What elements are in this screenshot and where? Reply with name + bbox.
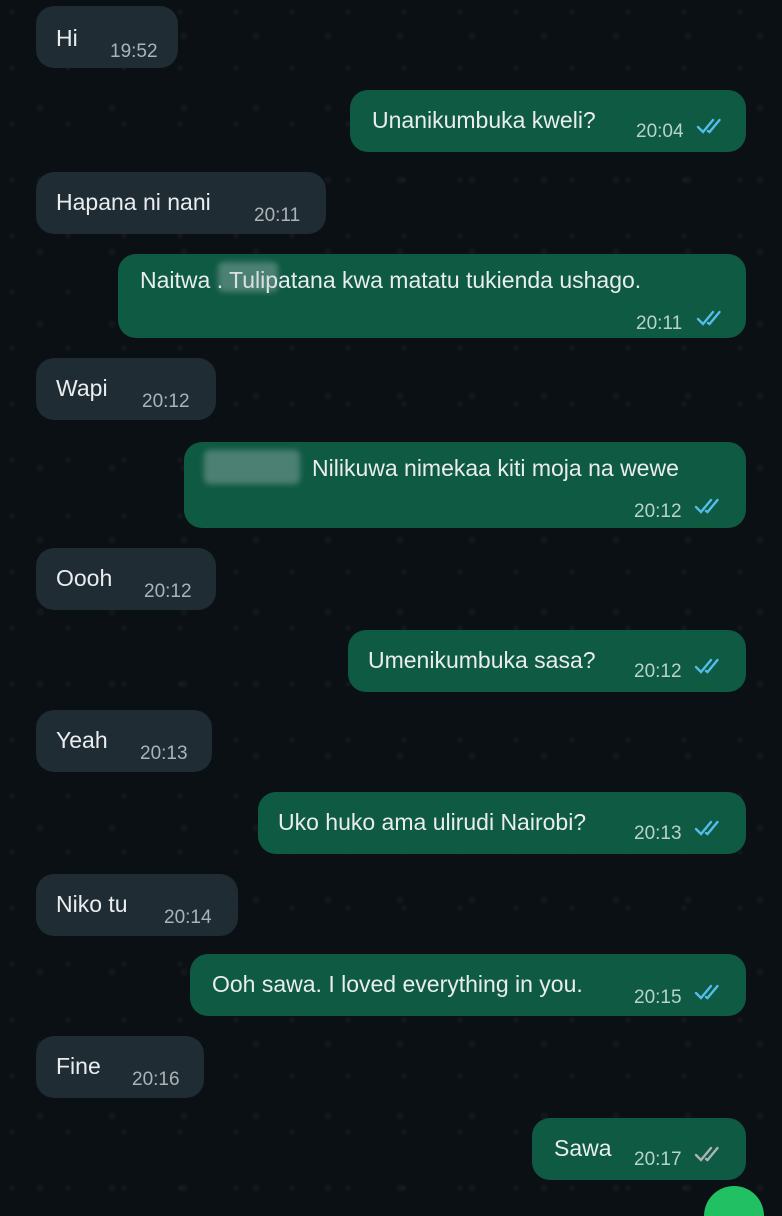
message-incoming[interactable]: Niko tu 20:14 [36,874,238,936]
message-time: 20:13 [140,743,188,764]
message-time: 20:12 [634,661,682,682]
message-time: 20:11 [254,205,301,226]
message-incoming[interactable]: Wapi 20:12 [36,358,216,420]
message-time: 19:52 [110,41,158,62]
message-text: Uko huko ama ulirudi Nairobi? [278,809,587,835]
message-text: Ooh sawa. I loved everything in you. [212,971,583,997]
message-text: Wapi [56,375,108,401]
message-time: 20:14 [164,907,212,928]
message-outgoing[interactable]: Unanikumbuka kweli? 20:04 [350,90,746,152]
double-check-grey-icon [694,1145,726,1163]
message-incoming[interactable]: Oooh 20:12 [36,548,216,610]
message-text: Nilikuwa nimekaa kiti moja na wewe [312,455,679,481]
message-time: 20:12 [634,501,682,522]
message-time: 20:11 [636,313,683,334]
message-time: 20:13 [634,823,682,844]
message-incoming[interactable]: Hapana ni nani 20:11 [36,172,326,234]
double-check-blue-icon [696,309,728,327]
message-text: Unanikumbuka kweli? [372,107,596,133]
message-outgoing[interactable]: Sawa 20:17 [532,1118,746,1180]
message-time: 20:16 [132,1069,180,1090]
message-text: Yeah [56,727,108,753]
message-text: Umenikumbuka sasa? [368,647,596,673]
message-text: Niko tu [56,891,128,917]
message-incoming[interactable]: Fine 20:16 [36,1036,204,1098]
double-check-blue-icon [696,117,728,135]
message-outgoing[interactable]: Uko huko ama ulirudi Nairobi? 20:13 [258,792,746,854]
redacted-name [218,262,278,292]
double-check-blue-icon [694,819,726,837]
double-check-blue-icon [694,983,726,1001]
message-time: 20:15 [634,987,682,1008]
message-outgoing[interactable]: Ooh sawa. I loved everything in you. 20:… [190,954,746,1016]
message-text: Hapana ni nani [56,189,211,215]
message-text: Fine [56,1053,101,1079]
message-incoming[interactable]: Yeah 20:13 [36,710,212,772]
double-check-blue-icon [694,497,726,515]
message-text: Oooh [56,565,113,591]
double-check-blue-icon [694,657,726,675]
message-outgoing[interactable]: Naitwa . Tulipatana kwa matatu tukienda … [118,254,746,338]
message-text: Hi [56,25,78,51]
redacted-text [204,450,300,484]
message-time: 20:17 [634,1149,682,1170]
message-time: 20:12 [144,581,192,602]
scroll-fab[interactable] [704,1186,764,1216]
message-incoming[interactable]: Hi 19:52 [36,6,178,68]
message-text: Sawa [554,1135,612,1161]
message-time: 20:04 [636,121,684,142]
message-outgoing[interactable]: Nilikuwa nimekaa kiti moja na wewe 20:12 [184,442,746,528]
message-time: 20:12 [142,391,190,412]
message-outgoing[interactable]: Umenikumbuka sasa? 20:12 [348,630,746,692]
message-list[interactable]: Hi 19:52 Unanikumbuka kweli? 20:04 Hapan… [0,0,782,1216]
